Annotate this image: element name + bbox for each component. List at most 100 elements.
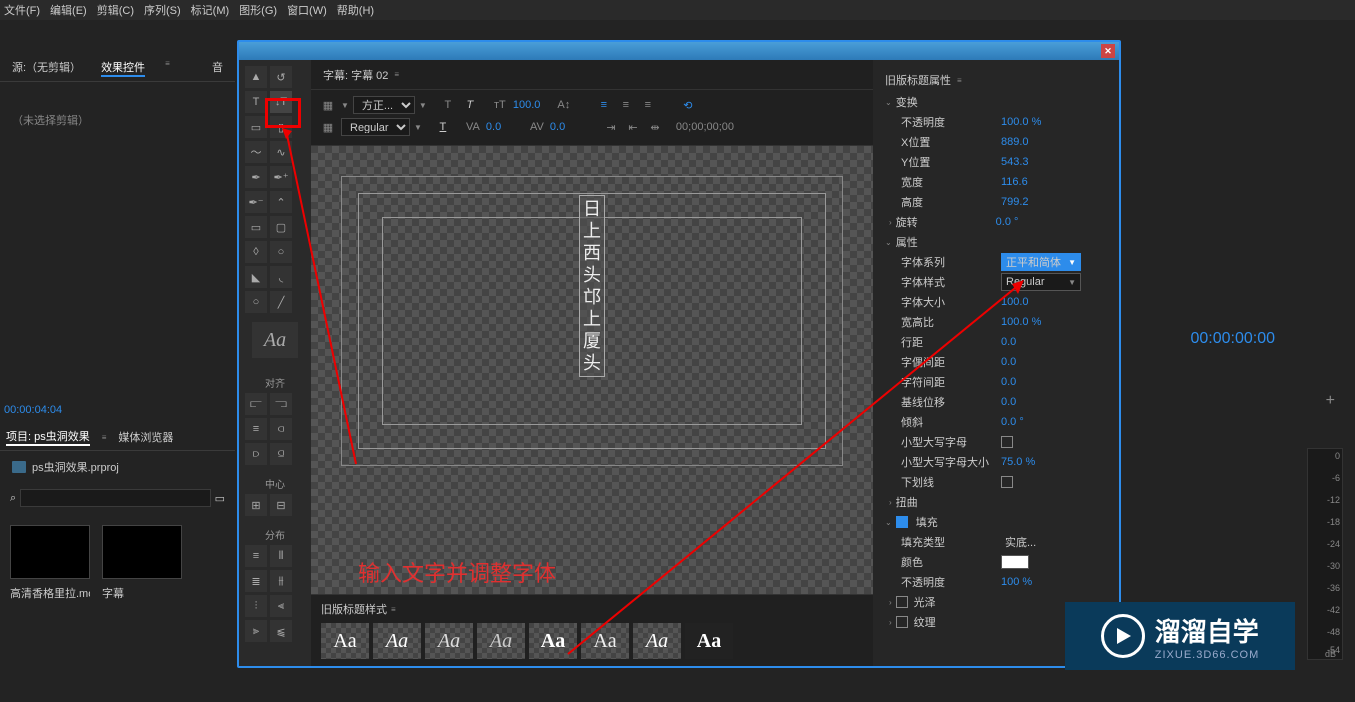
style-swatch[interactable]: Aa — [581, 623, 629, 659]
close-icon[interactable]: ✕ — [1101, 44, 1115, 58]
align-left[interactable]: ⫍ — [245, 393, 267, 415]
effects-tab[interactable]: 效果控件 — [101, 59, 145, 77]
pen-tool[interactable]: ✒ — [245, 166, 267, 188]
align-top[interactable]: ⫎ — [270, 393, 292, 415]
prop-opacity-value[interactable]: 100.0 % — [1001, 116, 1041, 128]
clipped-rect-tool[interactable]: ◊ — [245, 241, 267, 263]
style-swatch[interactable]: Aa — [373, 623, 421, 659]
align-bottom[interactable]: ⫑ — [270, 443, 292, 465]
tab-menu-icon[interactable]: ≡ — [165, 59, 170, 77]
add-anchor-tool[interactable]: ✒⁺ — [270, 166, 292, 188]
style-swatch[interactable]: Aa — [529, 623, 577, 659]
project-tab[interactable]: 项目: ps虫洞效果 — [6, 428, 90, 446]
ellipse-tool[interactable]: ○ — [270, 241, 292, 263]
leading-value[interactable]: 0.0 — [550, 121, 580, 133]
rounded-rect-tool[interactable]: ▢ — [270, 216, 292, 238]
center-v[interactable]: ⊟ — [270, 494, 292, 516]
dist-6[interactable]: ⫷ — [270, 595, 292, 617]
menu-clip[interactable]: 剪辑(C) — [97, 2, 134, 18]
arc-tool[interactable]: ◟ — [270, 266, 292, 288]
prop-pairkern-value[interactable]: 0.0 — [1001, 356, 1016, 368]
dist-7[interactable]: ⫸ — [245, 620, 267, 642]
tab2-icon[interactable]: ⇤ — [624, 118, 642, 136]
audio-tab[interactable]: 音 — [212, 59, 223, 77]
menu-edit[interactable]: 编辑(E) — [50, 2, 87, 18]
vertical-text-box[interactable]: 日 上 西 头 邙 上 厦 头 — [579, 195, 605, 377]
align-hcenter[interactable]: ≡ — [245, 418, 267, 440]
style-select[interactable]: Regular — [341, 118, 410, 136]
bold-icon[interactable]: T — [439, 96, 457, 114]
style-swatch[interactable]: Aa — [425, 623, 473, 659]
fill-checkbox[interactable] — [896, 516, 908, 528]
italic-icon[interactable]: T — [461, 96, 479, 114]
project-filename-row[interactable]: ps虫洞效果.prproj — [0, 451, 235, 483]
media-browser-tab[interactable]: 媒体浏览器 — [118, 429, 173, 445]
prop-aspect-value[interactable]: 100.0 % — [1001, 316, 1041, 328]
dist-2[interactable]: ⫴ — [270, 545, 292, 567]
prop-width-value[interactable]: 116.6 — [1001, 176, 1028, 188]
ellipse-tool-2[interactable]: ○ — [245, 291, 267, 313]
program-timecode[interactable]: 00:00:00:00 — [1190, 330, 1275, 348]
styles-menu-icon[interactable]: ≡ — [391, 605, 396, 614]
dist-4[interactable]: ⫵ — [270, 570, 292, 592]
prop-baseline-value[interactable]: 0.0 — [1001, 396, 1016, 408]
bin-item[interactable]: 字幕 — [102, 525, 182, 601]
align-right[interactable]: ⫐ — [245, 443, 267, 465]
prop-tracking-value[interactable]: 0.0 — [1001, 376, 1016, 388]
style-swatch[interactable]: Aa — [685, 623, 733, 659]
prop-smallcapsize-value[interactable]: 75.0 % — [1001, 456, 1035, 468]
smallcaps-checkbox[interactable] — [1001, 436, 1013, 448]
tab-menu-icon[interactable]: ≡ — [102, 433, 107, 442]
align-vcenter[interactable]: ⫏ — [270, 418, 292, 440]
tab3-icon[interactable]: ⇹ — [646, 118, 664, 136]
sheen-checkbox[interactable] — [896, 596, 908, 608]
font-family-select[interactable]: 正平和简体▼ — [1001, 253, 1081, 271]
prop-height-value[interactable]: 799.2 — [1001, 196, 1029, 208]
template-icon[interactable]: ▦ — [319, 96, 337, 114]
dist-5[interactable]: ⫶ — [245, 595, 267, 617]
align-right-icon[interactable]: ≡ — [639, 96, 657, 114]
prop-rotation-value[interactable]: 0.0 ° — [996, 216, 1019, 228]
prop-linespace-value[interactable]: 0.0 — [1001, 336, 1016, 348]
delete-anchor-tool[interactable]: ✒⁻ — [245, 191, 267, 213]
wedge-tool[interactable]: ◣ — [245, 266, 267, 288]
dist-8[interactable]: ⫹ — [270, 620, 292, 642]
chevron-down-icon[interactable]: ⌄ — [885, 98, 892, 107]
menu-window[interactable]: 窗口(W) — [287, 2, 327, 18]
prop-slant-value[interactable]: 0.0 ° — [1001, 416, 1024, 428]
fill-type-value[interactable]: 实底... — [1001, 533, 1081, 551]
dist-3[interactable]: ≣ — [245, 570, 267, 592]
line-tool[interactable]: ╱ — [270, 291, 292, 313]
prop-xpos-value[interactable]: 889.0 — [1001, 136, 1029, 148]
prop-fontsize-value[interactable]: 100.0 — [1001, 296, 1029, 308]
add-track-icon[interactable]: + — [1326, 392, 1335, 410]
title-menu-icon[interactable]: ≡ — [394, 70, 399, 79]
type-tool[interactable]: T — [245, 91, 267, 113]
prop-ypos-value[interactable]: 543.3 — [1001, 156, 1029, 168]
section-attributes[interactable]: 属性 — [896, 234, 918, 250]
dialog-titlebar[interactable]: ✕ — [239, 42, 1119, 60]
prop-distort-label[interactable]: 扭曲 — [896, 494, 996, 510]
link-icon[interactable]: ⟲ — [679, 96, 697, 114]
vertical-path-type-tool[interactable]: ∿ — [270, 141, 292, 163]
section-fill[interactable]: 填充 — [916, 514, 938, 530]
title-canvas[interactable]: 日 上 西 头 邙 上 厦 头 — [311, 146, 873, 594]
color-swatch[interactable] — [1001, 555, 1029, 569]
menu-file[interactable]: 文件(F) — [4, 2, 40, 18]
style-swatch[interactable]: Aa — [633, 623, 681, 659]
source-tab[interactable]: 源:（无剪辑） — [12, 59, 81, 77]
project-search-input[interactable] — [20, 489, 210, 507]
align-left-icon[interactable]: ≡ — [595, 96, 613, 114]
style-swatch[interactable]: Aa — [477, 623, 525, 659]
style-swatch[interactable]: Aa — [321, 623, 369, 659]
roll-icon[interactable]: ▦ — [319, 118, 337, 136]
rotate-tool[interactable]: ↺ — [270, 66, 292, 88]
section-transform[interactable]: 变换 — [896, 94, 918, 110]
bin-icon[interactable]: ▭ — [215, 492, 225, 505]
menu-graphic[interactable]: 图形(G) — [239, 2, 277, 18]
texture-checkbox[interactable] — [896, 616, 908, 628]
menu-marker[interactable]: 标记(M) — [191, 2, 230, 18]
underline-checkbox[interactable] — [1001, 476, 1013, 488]
panel-menu-icon[interactable]: ≡ — [957, 76, 962, 85]
font-select[interactable]: 方正... — [353, 96, 415, 114]
